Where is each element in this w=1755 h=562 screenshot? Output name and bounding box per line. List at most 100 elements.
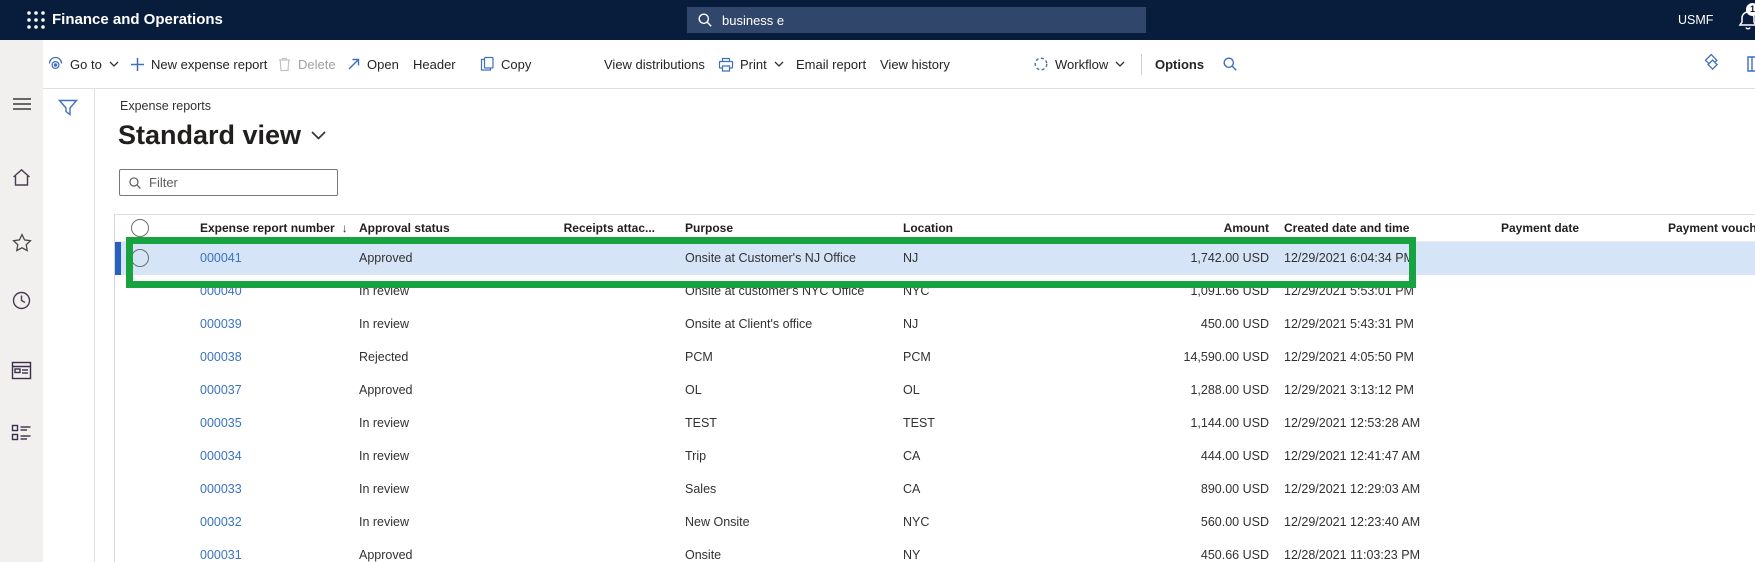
page-caption: Expense reports <box>120 99 212 113</box>
cell-location: NJ <box>903 251 919 265</box>
cell-number[interactable]: 000035 <box>200 407 242 440</box>
chevron-down-icon <box>774 61 784 67</box>
cell-status: Rejected <box>359 350 409 364</box>
action-new-expense-report[interactable]: New expense report <box>130 40 267 88</box>
action-view-distributions[interactable]: View distributions <box>604 40 705 88</box>
action-print[interactable]: Print <box>718 40 784 88</box>
action-view-history[interactable]: View history <box>880 40 950 88</box>
personalization-diamond-icon[interactable] <box>1700 40 1722 88</box>
cell-number[interactable]: 000033 <box>200 473 242 506</box>
column-header-number[interactable]: Expense report number ↓ <box>200 215 348 241</box>
cell-receipts <box>531 308 655 341</box>
company-picker[interactable]: USMF <box>1678 0 1713 40</box>
cell-created: 12/29/2021 6:04:34 PM <box>1284 251 1414 265</box>
cell-receipts <box>531 242 655 275</box>
view-selector[interactable]: Standard view <box>118 120 326 151</box>
cell-amount: 1,288.00 USD <box>1190 383 1269 397</box>
cell-created: 12/29/2021 12:23:40 AM <box>1284 515 1421 529</box>
workflow-icon <box>1033 56 1049 72</box>
nav-favorites-star-icon[interactable] <box>11 232 33 254</box>
cell-status: Approved <box>359 383 413 397</box>
chevron-down-icon <box>109 61 119 67</box>
action-options[interactable]: Options <box>1155 40 1204 88</box>
column-header-payment-date[interactable]: Payment date <box>1431 215 1579 241</box>
action-bar: Go to New expense report Delete Open Hea… <box>0 40 1755 89</box>
action-go-to[interactable]: Go to <box>47 40 119 88</box>
action-delete[interactable]: Delete <box>277 40 336 88</box>
action-open[interactable]: Open <box>347 40 399 88</box>
action-email-report[interactable]: Email report <box>796 40 866 88</box>
table-row[interactable]: 000033 In review Sales CA 890.00 USD 12/29/20… <box>115 473 1755 506</box>
cell-number[interactable]: 000031 <box>200 539 242 562</box>
action-copy[interactable]: Copy <box>480 40 531 88</box>
column-header-status[interactable]: Approval status <box>359 215 450 241</box>
table-row[interactable]: 000031 Approved Onsite NY 450.66 USD 12/28/20… <box>115 539 1755 562</box>
cell-status: In review <box>359 449 410 463</box>
table-row[interactable]: 000035 In review TEST TEST 1,144.00 USD 12/29… <box>115 407 1755 440</box>
column-header-payment-voucher[interactable]: Payment vouche <box>1668 215 1755 241</box>
table-row[interactable]: 000039 In review Onsite at Client's office… <box>115 308 1755 341</box>
grid-body: 000041 Approved Onsite at Customer's NJ Of… <box>115 242 1755 562</box>
column-header-purpose[interactable]: Purpose <box>685 215 733 241</box>
select-all-radio[interactable] <box>131 219 149 237</box>
cell-location: NJ <box>903 317 919 331</box>
cell-created: 12/28/2021 11:03:23 PM <box>1284 548 1420 562</box>
grid-header-row: Expense report number ↓ Approval status R… <box>115 215 1755 242</box>
column-header-amount[interactable]: Amount <box>1069 215 1269 241</box>
cell-amount: 890.00 USD <box>1200 482 1269 496</box>
grid-filter-input[interactable]: Filter <box>119 169 338 196</box>
cell-status: Approved <box>359 548 413 562</box>
filter-pane-funnel-icon[interactable] <box>57 97 79 119</box>
left-nav-strip <box>0 40 43 562</box>
cell-receipts <box>531 374 655 407</box>
column-header-location[interactable]: Location <box>903 215 953 241</box>
pane-divider <box>94 88 95 562</box>
nav-workspace-icon[interactable] <box>11 359 33 381</box>
cell-status: In review <box>359 515 410 529</box>
cell-number[interactable]: 000041 <box>200 242 242 275</box>
column-header-created[interactable]: Created date and time <box>1284 215 1409 241</box>
table-row[interactable]: 000040 In review Onsite at customer's NYC … <box>115 275 1755 308</box>
column-header-receipts[interactable]: Receipts attac... <box>531 215 655 241</box>
action-workflow[interactable]: Workflow <box>1033 40 1125 88</box>
chevron-down-icon <box>1115 61 1125 67</box>
app-title: Finance and Operations <box>52 11 223 28</box>
row-select-radio[interactable] <box>131 249 149 267</box>
table-row[interactable]: 000032 In review New Onsite NYC 560.00 USD 12… <box>115 506 1755 539</box>
cell-created: 12/29/2021 4:05:50 PM <box>1284 350 1414 364</box>
cell-number[interactable]: 000034 <box>200 440 242 473</box>
cell-location: NYC <box>903 284 930 298</box>
action-header[interactable]: Header <box>413 40 456 88</box>
cell-payment-date <box>1431 341 1579 374</box>
table-row[interactable]: 000041 Approved Onsite at Customer's NJ Of… <box>115 242 1755 275</box>
app-launcher-icon[interactable] <box>25 9 47 31</box>
cell-number[interactable]: 000038 <box>200 341 242 374</box>
global-search-value: business e <box>722 12 785 28</box>
action-bar-search-button[interactable] <box>1222 40 1238 88</box>
nav-home-icon[interactable] <box>11 166 33 188</box>
notification-badge: 1 <box>1746 3 1755 16</box>
action-bar-divider <box>1141 54 1142 75</box>
cell-amount: 444.00 USD <box>1200 449 1269 463</box>
printer-icon <box>718 57 734 72</box>
nav-recent-clock-icon[interactable] <box>11 289 33 311</box>
cell-number[interactable]: 000040 <box>200 275 242 308</box>
cell-amount: 450.66 USD <box>1200 548 1269 562</box>
cell-created: 12/29/2021 12:29:03 AM <box>1284 482 1421 496</box>
nav-modules-list-icon[interactable] <box>11 422 33 444</box>
table-row[interactable]: 000038 Rejected PCM PCM 14,590.00 USD 12/29/2… <box>115 341 1755 374</box>
cell-number[interactable]: 000037 <box>200 374 242 407</box>
cell-receipts <box>531 275 655 308</box>
cell-receipts <box>531 407 655 440</box>
cell-payment-date <box>1431 440 1579 473</box>
search-icon <box>697 12 713 28</box>
cell-status: Approved <box>359 251 413 265</box>
table-row[interactable]: 000037 Approved OL OL 1,288.00 USD 12/29/2021… <box>115 374 1755 407</box>
global-search-input[interactable]: business e <box>687 7 1146 33</box>
cell-number[interactable]: 000032 <box>200 506 242 539</box>
plus-icon <box>130 57 145 72</box>
nav-menu-button[interactable] <box>11 93 33 115</box>
cell-number[interactable]: 000039 <box>200 308 242 341</box>
office-book-icon[interactable] <box>1745 40 1755 88</box>
table-row[interactable]: 000034 In review Trip CA 444.00 USD 12/29/202… <box>115 440 1755 473</box>
